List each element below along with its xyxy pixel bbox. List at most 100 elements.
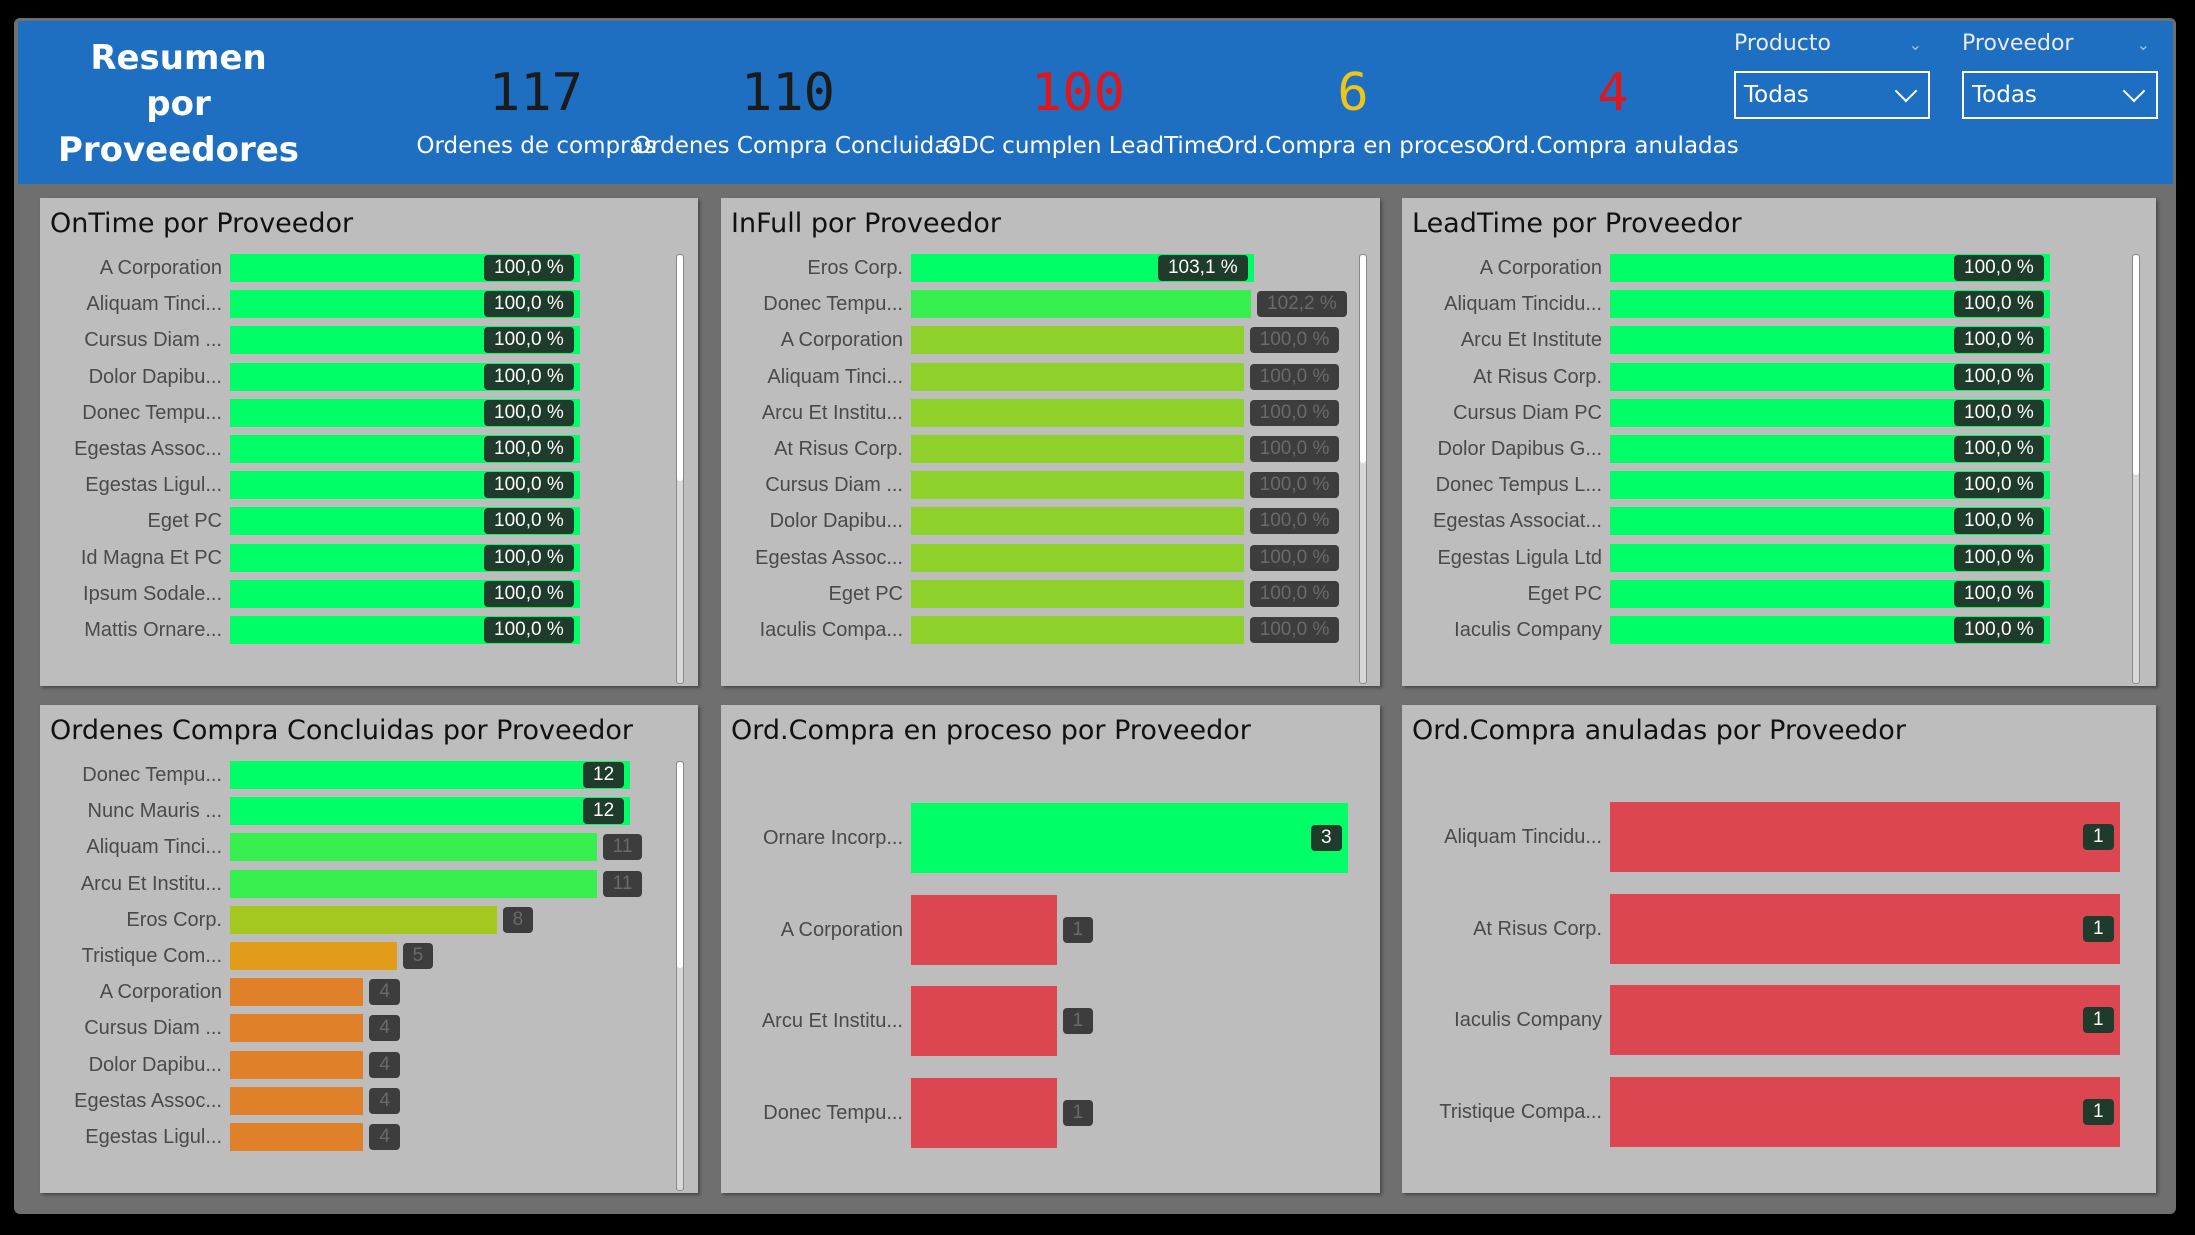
bar-row[interactable]: Eros Corp. 8 bbox=[40, 905, 698, 934]
bar[interactable] bbox=[911, 986, 1057, 1056]
bar-row[interactable]: Eget PC 100,0 % bbox=[721, 579, 1380, 608]
bar[interactable] bbox=[911, 326, 1244, 355]
bar-row[interactable]: Aliquam Tinci... 100,0 % bbox=[721, 362, 1380, 391]
bar[interactable] bbox=[911, 290, 1251, 319]
bar-row[interactable]: Arcu Et Institu... 11 bbox=[40, 869, 698, 898]
bar[interactable] bbox=[230, 797, 630, 826]
bar-row[interactable]: Iaculis Company 100,0 % bbox=[1402, 616, 2156, 644]
bar-row[interactable]: Aliquam Tincidu... 1 bbox=[1402, 802, 2156, 872]
bar-row[interactable]: Dolor Dapibu... 4 bbox=[40, 1050, 698, 1079]
kpi-anuladas[interactable]: 4 Ord.Compra anuladas bbox=[1478, 61, 1748, 159]
bar-row[interactable]: At Risus Corp. 1 bbox=[1402, 893, 2156, 964]
bar-row[interactable]: Egestas Assoc... 100,0 % bbox=[40, 435, 698, 463]
bar[interactable] bbox=[1610, 985, 2120, 1055]
bar-row[interactable]: Dolor Dapibus G... 100,0 % bbox=[1402, 435, 2156, 463]
scrollbar-thumb[interactable] bbox=[2133, 255, 2139, 475]
bar-row[interactable]: Aliquam Tinci... 11 bbox=[40, 833, 698, 862]
bar-row[interactable]: Mattis Ornare... 100,0 % bbox=[40, 616, 698, 644]
bar-row[interactable]: Cursus Diam ... 4 bbox=[40, 1014, 698, 1043]
bar[interactable] bbox=[230, 1014, 364, 1043]
bar-row[interactable]: Cursus Diam ... 100,0 % bbox=[721, 471, 1380, 500]
scrollbar-thumb[interactable] bbox=[677, 762, 683, 968]
bar[interactable] bbox=[230, 761, 630, 789]
bar[interactable] bbox=[230, 978, 364, 1007]
leadtime-chart-panel[interactable]: LeadTime por Proveedor A Corporation 100,… bbox=[1402, 198, 2156, 686]
bar[interactable] bbox=[230, 1086, 364, 1115]
bar-row[interactable]: Arcu Et Institu... 100,0 % bbox=[721, 398, 1380, 427]
bar[interactable] bbox=[911, 543, 1244, 572]
bar[interactable] bbox=[911, 1077, 1057, 1148]
bar-row[interactable]: Eget PC 100,0 % bbox=[40, 507, 698, 536]
bar-row[interactable]: Donec Tempu... 100,0 % bbox=[40, 398, 698, 427]
bar-row[interactable]: Egestas Ligula Ltd 100,0 % bbox=[1402, 543, 2156, 572]
bar[interactable] bbox=[911, 398, 1244, 427]
bar[interactable] bbox=[911, 362, 1244, 391]
scrollbar[interactable] bbox=[676, 254, 684, 684]
bar-row[interactable]: Donec Tempu... 12 bbox=[40, 761, 698, 789]
bar-row[interactable]: Dolor Dapibu... 100,0 % bbox=[721, 507, 1380, 536]
bar-row[interactable]: Cursus Diam PC 100,0 % bbox=[1402, 398, 2156, 427]
bar[interactable] bbox=[230, 1123, 364, 1151]
bar-row[interactable]: Egestas Ligul... 4 bbox=[40, 1123, 698, 1151]
bar-row[interactable]: Donec Tempu... 1 bbox=[721, 1077, 1380, 1148]
bar[interactable] bbox=[230, 1050, 364, 1079]
bar[interactable] bbox=[911, 471, 1244, 500]
scrollbar-thumb[interactable] bbox=[677, 255, 683, 481]
bar-row[interactable]: Arcu Et Institute 100,0 % bbox=[1402, 326, 2156, 355]
kpi-en-proceso[interactable]: 6 Ord.Compra en proceso bbox=[1213, 61, 1493, 159]
bar-row[interactable]: Egestas Associat... 100,0 % bbox=[1402, 507, 2156, 536]
bar-row[interactable]: Aliquam Tinci... 100,0 % bbox=[40, 290, 698, 319]
bar-row[interactable]: Cursus Diam ... 100,0 % bbox=[40, 326, 698, 355]
en-proceso-chart-panel[interactable]: Ord.Compra en proceso por Proveedor Orna… bbox=[721, 705, 1380, 1193]
bar-row[interactable]: Egestas Ligul... 100,0 % bbox=[40, 471, 698, 500]
bar[interactable] bbox=[911, 616, 1244, 644]
bar-row[interactable]: A Corporation 100,0 % bbox=[40, 254, 698, 282]
bar[interactable] bbox=[911, 435, 1244, 463]
bar[interactable] bbox=[911, 894, 1057, 965]
bar-row[interactable]: Egestas Assoc... 100,0 % bbox=[721, 543, 1380, 572]
bar-row[interactable]: A Corporation 100,0 % bbox=[1402, 254, 2156, 282]
bar-row[interactable]: Dolor Dapibu... 100,0 % bbox=[40, 362, 698, 391]
bar-row[interactable]: Tristique Compa... 1 bbox=[1402, 1076, 2156, 1147]
bar-row[interactable]: At Risus Corp. 100,0 % bbox=[1402, 362, 2156, 391]
bar-row[interactable]: Iaculis Compa... 100,0 % bbox=[721, 616, 1380, 644]
chevron-down-icon[interactable]: ⌄ bbox=[1909, 35, 1922, 54]
bar[interactable] bbox=[1610, 893, 2120, 964]
scrollbar[interactable] bbox=[2132, 254, 2140, 684]
bar-row[interactable]: Aliquam Tincidu... 100,0 % bbox=[1402, 290, 2156, 319]
bar[interactable] bbox=[911, 507, 1244, 536]
bar-row[interactable]: Eros Corp. 103,1 % bbox=[721, 254, 1380, 282]
bar[interactable] bbox=[230, 905, 497, 934]
chevron-down-icon[interactable]: ⌄ bbox=[2137, 35, 2150, 54]
bar-row[interactable]: Iaculis Company 1 bbox=[1402, 985, 2156, 1055]
bar[interactable] bbox=[911, 579, 1244, 608]
bar-row[interactable]: A Corporation 4 bbox=[40, 978, 698, 1007]
bar-row[interactable]: At Risus Corp. 100,0 % bbox=[721, 435, 1380, 463]
kpi-odc-leadtime[interactable]: 100 ODC cumplen LeadTime bbox=[943, 61, 1220, 159]
scrollbar[interactable] bbox=[676, 761, 684, 1191]
scrollbar[interactable] bbox=[1359, 254, 1367, 684]
bar-row[interactable]: A Corporation 100,0 % bbox=[721, 326, 1380, 355]
bar[interactable] bbox=[911, 803, 1348, 873]
proveedor-dropdown[interactable]: Todas bbox=[1962, 71, 2158, 119]
bar[interactable] bbox=[230, 942, 397, 970]
scrollbar-thumb[interactable] bbox=[1360, 255, 1366, 463]
bar[interactable] bbox=[230, 869, 597, 898]
bar[interactable] bbox=[1610, 1076, 2120, 1147]
bar-row[interactable]: Ornare Incorp... 3 bbox=[721, 803, 1380, 873]
bar-row[interactable]: A Corporation 1 bbox=[721, 894, 1380, 965]
bar-row[interactable]: Tristique Com... 5 bbox=[40, 942, 698, 970]
kpi-ordenes-concluidas[interactable]: 110 Ordenes Compra Concluidas bbox=[633, 61, 960, 159]
bar-row[interactable]: Donec Tempu... 102,2 % bbox=[721, 290, 1380, 319]
ontime-chart-panel[interactable]: OnTime por Proveedor A Corporation 100,0 … bbox=[40, 198, 698, 686]
concluidas-chart-panel[interactable]: Ordenes Compra Concluidas por Proveedor … bbox=[40, 705, 698, 1193]
bar[interactable] bbox=[230, 833, 597, 862]
bar-row[interactable]: Nunc Mauris ... 12 bbox=[40, 797, 698, 826]
anuladas-chart-panel[interactable]: Ord.Compra anuladas por Proveedor Aliqua… bbox=[1402, 705, 2156, 1193]
bar-row[interactable]: Ipsum Sodale... 100,0 % bbox=[40, 579, 698, 608]
bar[interactable] bbox=[1610, 802, 2120, 872]
bar-row[interactable]: Arcu Et Institu... 1 bbox=[721, 986, 1380, 1056]
infull-chart-panel[interactable]: InFull por Proveedor Eros Corp. 103,1 % Do… bbox=[721, 198, 1380, 686]
bar-row[interactable]: Id Magna Et PC 100,0 % bbox=[40, 543, 698, 572]
bar-row[interactable]: Egestas Assoc... 4 bbox=[40, 1086, 698, 1115]
